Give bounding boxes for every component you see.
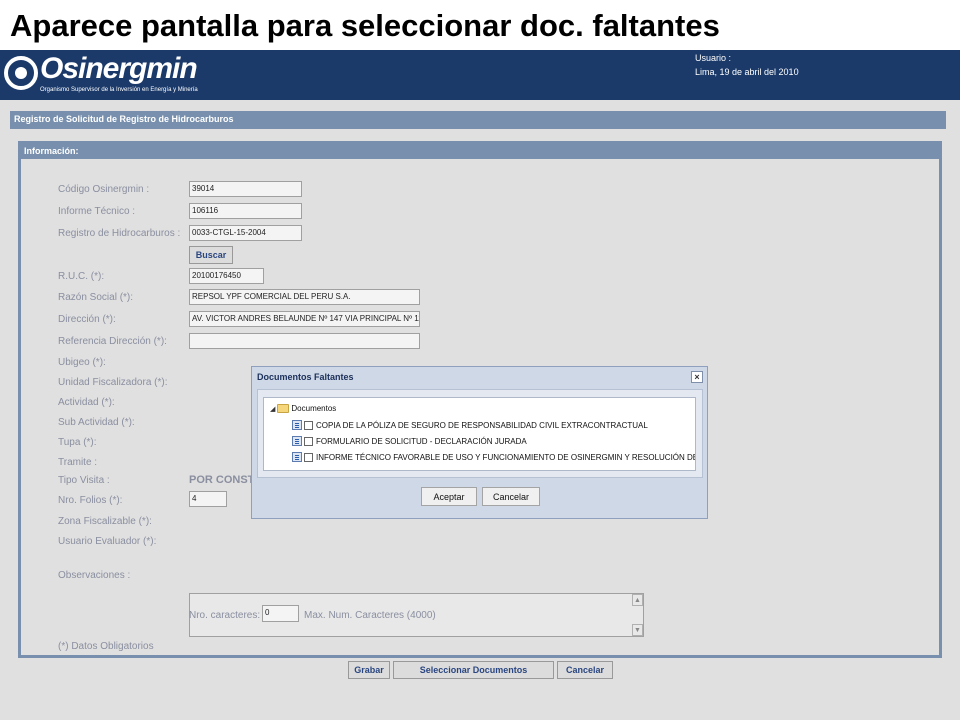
- cancelar-button[interactable]: Cancelar: [557, 661, 613, 679]
- bottom-actions: Grabar Seleccionar Documentos Cancelar: [0, 661, 960, 681]
- buscar-button[interactable]: Buscar: [189, 246, 233, 264]
- tree-item[interactable]: FORMULARIO DE SOLICITUD - DECLARACIÓN JU…: [292, 436, 527, 446]
- max-caracteres-label: Max. Num. Caracteres (4000): [304, 610, 436, 621]
- tree-item-label: FORMULARIO DE SOLICITUD - DECLARACIÓN JU…: [316, 436, 527, 446]
- document-checkbox[interactable]: [304, 436, 313, 446]
- slide-title: Aparece pantalla para seleccionar doc. f…: [10, 8, 720, 43]
- document-icon: [292, 452, 302, 462]
- razon-label: Razón Social (*):: [58, 292, 134, 303]
- module-title-bar: Registro de Solicitud de Registro de Hid…: [10, 111, 946, 129]
- document-checkbox[interactable]: [304, 420, 313, 430]
- direccion-input[interactable]: AV. VICTOR ANDRES BELAUNDE Nº 147 VIA PR…: [189, 311, 420, 327]
- osinergmin-logo: Osinergmin Organismo Supervisor de la In…: [4, 52, 244, 96]
- documents-tree: ◢ Documentos COPIA DE LA PÓLIZA DE SEGUR…: [263, 397, 696, 471]
- tree-root-label: Documentos: [291, 404, 337, 413]
- ruc-input[interactable]: 20100176450: [189, 268, 264, 284]
- tramite-label: Tramite :: [58, 457, 98, 468]
- close-icon[interactable]: ×: [691, 371, 703, 383]
- evaluador-label: Usuario Evaluador (*):: [58, 536, 157, 547]
- document-icon: [292, 436, 302, 446]
- direccion-label: Dirección (*):: [58, 314, 116, 325]
- app-window: Osinergmin Organismo Supervisor de la In…: [0, 50, 960, 720]
- tree-item[interactable]: COPIA DE LA PÓLIZA DE SEGURO DE RESPONSA…: [292, 420, 648, 430]
- registro-label: Registro de Hidrocarburos :: [58, 228, 181, 239]
- informe-label: Informe Técnico :: [58, 206, 136, 217]
- subactividad-label: Sub Actividad (*):: [58, 417, 135, 428]
- app-header: Osinergmin Organismo Supervisor de la In…: [0, 50, 960, 100]
- tree-root[interactable]: ◢ Documentos: [270, 404, 336, 413]
- folios-label: Nro. Folios (*):: [58, 495, 123, 506]
- dialog-body: ◢ Documentos COPIA DE LA PÓLIZA DE SEGUR…: [257, 389, 703, 478]
- required-note: (*) Datos Obligatorios: [58, 641, 154, 652]
- panel-title: Información:: [21, 144, 939, 159]
- expand-arrow-icon[interactable]: ◢: [270, 405, 275, 413]
- codigo-input[interactable]: 39014: [189, 181, 302, 197]
- scroll-down-icon[interactable]: ▼: [632, 624, 643, 636]
- document-checkbox[interactable]: [304, 452, 313, 462]
- registro-input[interactable]: 0033-CTGL-15-2004: [189, 225, 302, 241]
- documentos-faltantes-dialog: Documentos Faltantes × ◢ Documentos COPI…: [251, 366, 708, 519]
- logo-subtitle: Organismo Supervisor de la Inversión en …: [40, 87, 198, 93]
- logo-emblem-icon: [4, 56, 38, 90]
- razon-input[interactable]: REPSOL YPF COMERCIAL DEL PERU S.A.: [189, 289, 420, 305]
- ruc-label: R.U.C. (*):: [58, 271, 105, 282]
- date-label: Lima, 19 de abril del 2010: [695, 67, 799, 77]
- tipo-visita-label: Tipo Visita :: [58, 475, 110, 486]
- logo-brand: Osinergmin: [40, 52, 198, 85]
- caracteres-input: 0: [262, 605, 299, 622]
- actividad-label: Actividad (*):: [58, 397, 115, 408]
- referencia-input[interactable]: [189, 333, 420, 349]
- dialog-cancelar-button[interactable]: Cancelar: [482, 487, 540, 506]
- grabar-button[interactable]: Grabar: [348, 661, 390, 679]
- tree-item-label: COPIA DE LA PÓLIZA DE SEGURO DE RESPONSA…: [316, 420, 648, 430]
- user-label: Usuario :: [695, 53, 732, 63]
- scroll-up-icon[interactable]: ▲: [632, 594, 643, 606]
- folios-input[interactable]: 4: [189, 491, 227, 507]
- caracteres-label: Nro. caracteres:: [189, 610, 261, 621]
- aceptar-button[interactable]: Aceptar: [421, 487, 477, 506]
- observaciones-label: Observaciones :: [58, 570, 131, 581]
- zona-label: Zona Fiscalizable (*):: [58, 516, 152, 527]
- informe-input[interactable]: 106116: [189, 203, 302, 219]
- folder-icon: [277, 404, 290, 413]
- tupa-label: Tupa (*):: [58, 437, 97, 448]
- codigo-label: Código Osinergmin :: [58, 184, 150, 195]
- referencia-label: Referencia Dirección (*):: [58, 336, 167, 347]
- tree-item[interactable]: INFORME TÉCNICO FAVORABLE DE USO Y FUNCI…: [292, 452, 696, 462]
- ubigeo-label: Ubigeo (*):: [58, 357, 106, 368]
- seleccionar-documentos-button[interactable]: Seleccionar Documentos: [393, 661, 554, 679]
- unidad-label: Unidad Fiscalizadora (*):: [58, 377, 168, 388]
- tree-item-label: INFORME TÉCNICO FAVORABLE DE USO Y FUNCI…: [316, 452, 696, 462]
- dialog-title: Documentos Faltantes: [257, 372, 354, 382]
- document-icon: [292, 420, 302, 430]
